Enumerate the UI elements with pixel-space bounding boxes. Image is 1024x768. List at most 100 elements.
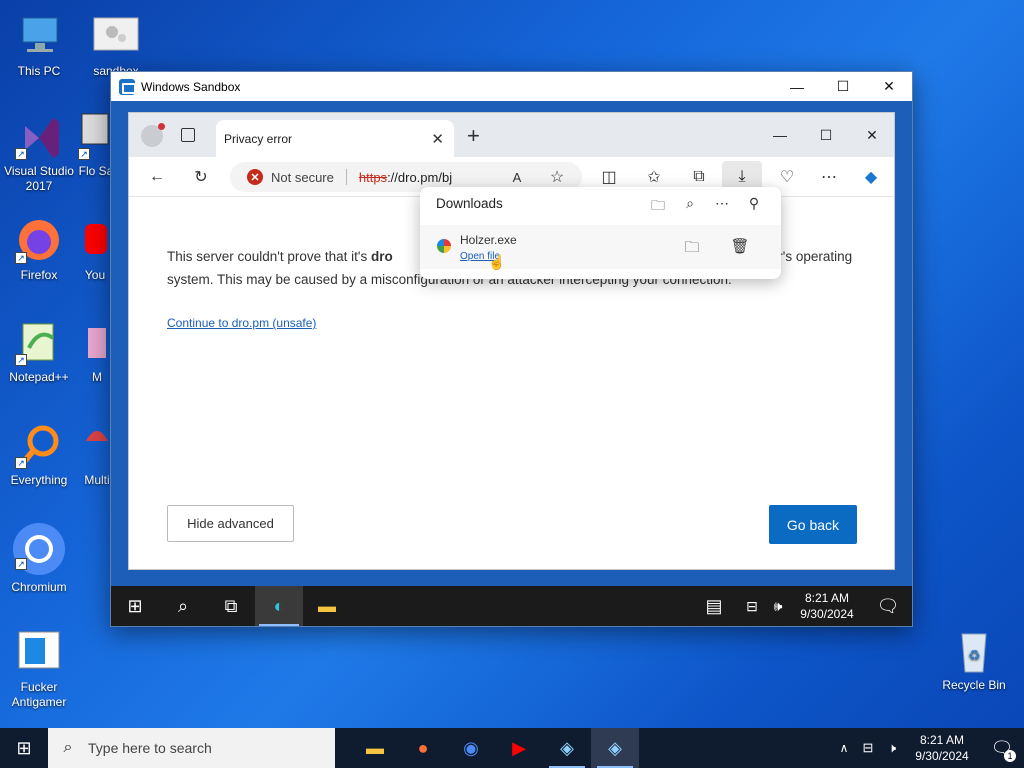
taskbar: ⊞ ⌕ Type here to search ▬ ● ◉ ▶ ◈ ◈ ∧ ⊟ … [0,728,1024,768]
tab-privacy-error[interactable]: Privacy error ✕ [216,120,454,157]
notifications-icon[interactable]: 🗨 1 [980,728,1024,768]
volume-icon[interactable]: 🕪 [766,586,790,626]
file-explorer-icon[interactable]: ▬ [351,728,399,768]
notifications-icon[interactable]: 🗨 [864,586,912,626]
hide-advanced-button[interactable]: Hide advanced [167,505,294,542]
volume-muted-icon[interactable]: 🕨 [880,728,904,768]
svg-text:♻: ♻ [968,647,981,663]
open-downloads-folder-icon[interactable]: 🗀 [648,195,668,219]
desktop-icon-recycle-bin[interactable]: ♻ Recycle Bin [936,626,1012,693]
desktop-icon-firefox[interactable]: ↗ Firefox [1,216,77,283]
close-button[interactable]: ✕ [866,72,912,101]
hand-cursor-icon: ☝ [488,254,506,270]
search-icon[interactable]: ⌕ [159,586,207,626]
edge-browser-window[interactable]: Privacy error ✕ + — ☐ ✕ ← ↻ ✕ Not secure… [128,112,895,570]
pin-icon[interactable]: ⚲ [744,195,764,212]
sandbox-titlebar[interactable]: Windows Sandbox — ☐ ✕ [111,72,912,101]
downloads-flyout[interactable]: Downloads 🗀 ⌕ ⋯ ⚲ Holzer.exe Open file ☝… [420,187,781,279]
youtube-icon [83,216,107,264]
minimize-button[interactable]: — [774,72,820,101]
sandbox-icon: ◈ [560,737,574,758]
shortcut-arrow-icon: ↗ [15,252,27,264]
vm-desktop: Privacy error ✕ + — ☐ ✕ ← ↻ ✕ Not secure… [111,101,912,626]
taskbar-clock[interactable]: 8:21 AM 9/30/2024 [904,732,980,764]
desktop-icon-everything[interactable]: ↗ Everything [1,421,77,488]
more-options-icon[interactable]: ⋯ [712,195,732,212]
notepadpp-icon: ↗ [15,318,63,366]
tab-actions-icon[interactable] [181,128,195,142]
news-icon[interactable]: ▤ [690,586,738,626]
desktop-icon-label: Everything [10,473,68,487]
task-view-icon[interactable]: ⧉ [207,586,255,626]
shortcut-arrow-icon: ↗ [15,457,27,469]
vm-clock[interactable]: 8:21 AM 9/30/2024 [790,590,864,622]
go-back-button[interactable]: Go back [769,505,857,544]
vm-taskbar: ⊞ ⌕ ⧉ ◐ ▬ ▤ ⊟ 🕪 8:21 AM 9/30/2024 🗨 [111,586,912,626]
new-tab-button[interactable]: + [467,123,480,149]
youtube-taskbar-icon[interactable]: ▶ [495,728,543,768]
notification-count: 1 [1004,750,1016,762]
desktop-icon-notepadpp[interactable]: ↗ Notepad++ [1,318,77,385]
back-arrow-icon[interactable]: ← [144,164,170,190]
desktop-icon-m[interactable]: M [82,318,112,385]
chevron-up-icon[interactable]: ∧ [832,728,856,768]
not-secure-icon: ✕ [247,169,263,185]
browser-close-button[interactable]: ✕ [849,121,895,149]
app-icon [84,318,110,366]
sandbox-window[interactable]: Windows Sandbox — ☐ ✕ Privacy error ✕ + … [110,71,913,627]
file-explorer-icon[interactable]: ▬ [303,586,351,626]
edge-taskbar-icon[interactable]: ◐ [255,586,303,626]
show-in-folder-icon[interactable]: 🗀 [682,237,702,262]
sandbox-taskbar-icon-active[interactable]: ◈ [591,728,639,768]
desktop-icon-this-pc[interactable]: This PC [1,12,77,79]
delete-trash-icon[interactable]: 🗑 [730,237,750,255]
url-scheme: https [358,169,388,185]
sandbox-taskbar-icon[interactable]: ◈ [543,728,591,768]
download-item[interactable]: Holzer.exe Open file ☝ 🗀 🗑 [420,225,781,270]
downloads-title: Downloads [436,196,503,211]
browser-minimize-button[interactable]: — [757,121,803,149]
computer-icon [15,12,63,60]
tab-close-icon[interactable]: ✕ [431,130,444,148]
maximize-button[interactable]: ☐ [820,72,866,101]
profile-avatar-icon[interactable] [141,123,165,147]
recycle-bin-icon: ♻ [950,626,998,674]
network-icon[interactable]: ⊟ [738,586,766,626]
firefox-taskbar-icon[interactable]: ● [399,728,447,768]
start-windows-icon[interactable]: ⊞ [111,586,159,626]
error-text-domain: dro [371,249,393,264]
search-icon[interactable]: ⌕ [680,195,700,212]
shortcut-arrow-icon: ↗ [15,558,27,570]
desktop-icon-label: Fucker Antigamer [11,680,67,709]
desktop-icon-chromium[interactable]: ↗ Chromium [1,522,77,595]
desktop-icon-label: You [84,268,106,282]
tab-strip: Privacy error ✕ + — ☐ ✕ [129,113,894,157]
app-icon: ↗ [78,112,114,160]
taskbar-date: 9/30/2024 [915,749,969,763]
desktop-icon-label: Firefox [20,268,58,282]
security-label[interactable]: Not secure [271,170,334,185]
chromium-icon: ↗ [13,522,65,575]
taskbar-search-box[interactable]: ⌕ Type here to search [48,728,335,768]
desktop-icon-sandbox[interactable]: sandbox [78,12,154,79]
error-text-start: This server couldn't prove that it's [167,249,371,264]
browser-maximize-button[interactable]: ☐ [803,121,849,149]
desktop-icon-fucker-antigamer[interactable]: Fucker Antigamer [1,628,77,710]
shortcut-arrow-icon: ↗ [15,148,27,160]
shortcut-arrow-icon: ↗ [78,148,90,160]
url-text: ://dro.pm/bj [387,169,453,185]
sandbox-icon: ◈ [608,737,622,758]
error-text-end: er's operating [770,249,853,264]
continue-unsafe-link[interactable]: Continue to dro.pm (unsafe) [167,316,316,330]
chromium-taskbar-icon[interactable]: ◉ [447,728,495,768]
desktop-icon-label: Chromium [11,580,67,594]
desktop-icon-youtube[interactable]: You [80,216,110,283]
browser-essentials-icon[interactable]: ♡ [774,164,800,190]
refresh-icon[interactable]: ↻ [188,164,214,190]
start-windows-icon[interactable]: ⊞ [0,728,48,768]
copilot-icon[interactable]: ◆ [858,164,884,190]
network-icon[interactable]: ⊟ [856,728,880,768]
download-arrow-icon: ⤓ [738,168,746,185]
more-options-icon[interactable]: ⋯ [816,164,842,190]
taskbar-time: 8:21 AM [919,733,965,747]
